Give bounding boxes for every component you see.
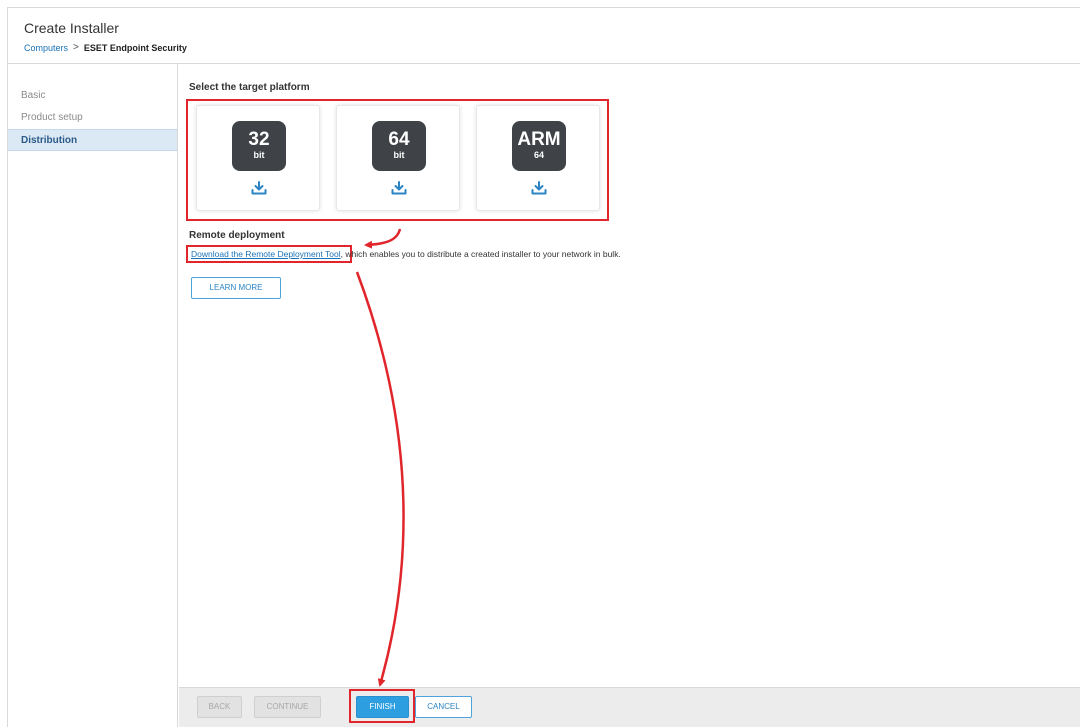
remote-deployment-desc-text: , which enables you to distribute a crea…	[340, 249, 621, 259]
header: Create Installer Computers > ESET Endpoi…	[8, 8, 1080, 64]
main-content: Select the target platform 32 bit 64 bit	[179, 64, 1080, 727]
sidebar-item-distribution[interactable]: Distribution	[8, 129, 177, 151]
platform-arm64-sublabel: 64	[533, 150, 544, 160]
platform-arm64-label: ARM	[517, 129, 561, 150]
download-icon[interactable]	[531, 181, 547, 195]
breadcrumb: Computers > ESET Endpoint Security	[24, 42, 187, 53]
download-remote-deployment-tool-link[interactable]: Download the Remote Deployment Tool	[191, 249, 341, 259]
remote-deployment-title: Remote deployment	[189, 230, 285, 241]
breadcrumb-computers-link[interactable]: Computers	[24, 43, 68, 53]
platform-arm64-icon: ARM 64	[512, 121, 566, 171]
back-button[interactable]: BACK	[197, 696, 242, 718]
platform-section-title: Select the target platform	[189, 82, 310, 93]
sidebar-item-basic[interactable]: Basic	[8, 85, 177, 107]
learn-more-button[interactable]: LEARN MORE	[191, 277, 281, 299]
cancel-button[interactable]: CANCEL	[415, 696, 472, 718]
platform-32bit-sublabel: bit	[253, 150, 265, 160]
platform-64bit-icon: 64 bit	[372, 121, 426, 171]
platform-card-32bit[interactable]: 32 bit	[196, 105, 320, 211]
chevron-right-icon: >	[73, 42, 79, 53]
platform-64bit-sublabel: bit	[393, 150, 405, 160]
breadcrumb-current: ESET Endpoint Security	[83, 42, 187, 53]
continue-button[interactable]: CONTINUE	[254, 696, 321, 718]
platform-64bit-label: 64	[388, 129, 410, 150]
wizard-steps-sidebar: Basic Product setup Distribution	[8, 64, 178, 727]
wizard-footer: BACK CONTINUE FINISH CANCEL	[179, 687, 1080, 727]
platform-card-64bit[interactable]: 64 bit	[336, 105, 460, 211]
platform-card-arm64[interactable]: ARM 64	[476, 105, 600, 211]
remote-deployment-description: Download the Remote Deployment Tool, whi…	[191, 249, 621, 259]
platform-32bit-icon: 32 bit	[232, 121, 286, 171]
create-installer-window: Create Installer Computers > ESET Endpoi…	[7, 7, 1080, 727]
platform-32bit-label: 32	[248, 129, 270, 150]
page-title: Create Installer	[24, 20, 119, 36]
download-icon[interactable]	[251, 181, 267, 195]
finish-button[interactable]: FINISH	[356, 696, 409, 718]
sidebar-item-product-setup[interactable]: Product setup	[8, 107, 177, 129]
download-icon[interactable]	[391, 181, 407, 195]
